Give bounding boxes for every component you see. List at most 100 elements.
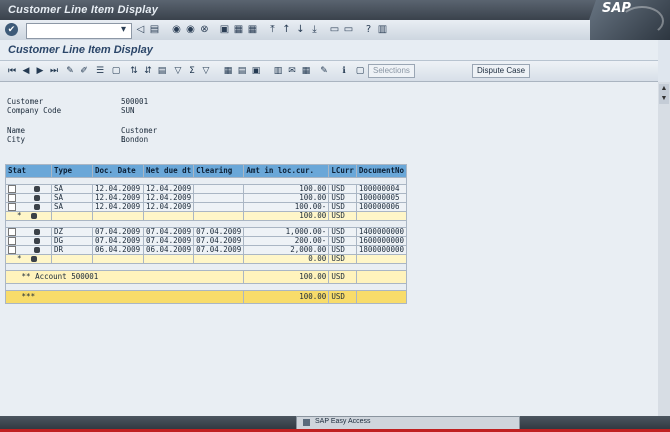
- info-icon[interactable]: ℹ: [338, 65, 350, 77]
- col-amount[interactable]: Amt in loc.cur.: [243, 164, 330, 178]
- filter-icon[interactable]: ▽: [172, 65, 184, 77]
- cell-type: DR: [51, 245, 93, 255]
- name-label: Name: [7, 126, 26, 135]
- exit-icon[interactable]: ◉: [184, 23, 197, 36]
- subtotal-marker: *: [17, 211, 22, 220]
- col-docno[interactable]: DocumentNo: [355, 164, 408, 178]
- selections-button[interactable]: Selections: [368, 64, 415, 78]
- company-code-value: SUN: [121, 106, 135, 115]
- spacer-row: [4, 263, 408, 271]
- cell-clearing: [193, 193, 245, 203]
- create-session-icon[interactable]: ▭: [328, 23, 341, 36]
- col-doc-date[interactable]: Doc. Date: [92, 164, 144, 178]
- sort-ascending-icon[interactable]: ⇅: [128, 65, 140, 77]
- command-history-icon[interactable]: ▾: [117, 23, 130, 36]
- status-icon: [34, 229, 41, 235]
- deselect-all-icon[interactable]: ▢: [110, 65, 122, 77]
- grand-total-currency: USD: [328, 290, 357, 304]
- subtotal-icon[interactable]: ▽: [200, 65, 212, 77]
- col-lcurr[interactable]: LCurr: [328, 164, 357, 178]
- total-icon[interactable]: Σ: [186, 65, 198, 77]
- grand-total-row[interactable]: *** 100.00 USD: [4, 290, 408, 304]
- print-icon[interactable]: ▣: [218, 23, 231, 36]
- table-row[interactable]: DR 06.04.2009 06.04.2009 07.04.2009 2,00…: [5, 245, 408, 255]
- grand-total-label: ***: [4, 290, 245, 304]
- display-document-icon[interactable]: ✎: [64, 65, 76, 77]
- change-layout-icon[interactable]: ▦: [222, 65, 234, 77]
- col-stat[interactable]: Stat: [5, 164, 52, 178]
- selections-icon: ▢: [355, 66, 365, 76]
- application-toolbar: ⏮ ◀ ▶ ⏭ ✎ ✐ ☰ ▢ ⇅ ⇵ ▤ ▽ Σ ▽ ▦ ▤ ▣ ▥ ✉ ▦ …: [0, 61, 658, 82]
- row-select-checkbox[interactable]: [8, 246, 16, 254]
- previous-icon[interactable]: ◁: [134, 23, 147, 36]
- choose-layout-icon[interactable]: ▤: [236, 65, 248, 77]
- next-item-icon[interactable]: ▶: [34, 65, 46, 77]
- cell-doc-date: 12.04.2009: [92, 202, 144, 212]
- subtotal-row[interactable]: * 100.00 USD: [5, 211, 408, 221]
- scroll-up-icon[interactable]: ▲: [659, 84, 669, 94]
- enter-button[interactable]: ✔: [5, 23, 18, 36]
- cell-net-due: 06.04.2009: [142, 245, 195, 255]
- find-icon[interactable]: ▦: [232, 23, 245, 36]
- account-total-label: ** Account 500001: [4, 270, 245, 284]
- subtotal-row[interactable]: * 0.00 USD: [5, 254, 408, 264]
- sap-window-icon: [303, 419, 310, 426]
- subtotal-marker: *: [17, 254, 22, 263]
- table-row[interactable]: SA 12.04.2009 12.04.2009 100.00- USD 100…: [5, 202, 408, 212]
- vertical-scrollbar[interactable]: ▲ ▼: [658, 82, 670, 416]
- layout-menu-icon[interactable]: ▥: [376, 23, 389, 36]
- save-layout-icon[interactable]: ▣: [250, 65, 262, 77]
- status-icon: [34, 247, 41, 253]
- cell-clearing: [193, 202, 245, 212]
- col-net-due[interactable]: Net due dt: [142, 164, 195, 178]
- row-select-checkbox[interactable]: [8, 237, 16, 245]
- taskbar-item-sap-easy-access[interactable]: SAP Easy Access: [296, 416, 520, 430]
- spreadsheet-icon[interactable]: ▦: [300, 65, 312, 77]
- export-icon[interactable]: ▥: [272, 65, 284, 77]
- standard-toolbar: ✔ ▾ ◁ ▤ ◉ ◉ ⊗ ▣ ▦ ▦ ⤒ ↑ ↓ ⤓ ▭ ▭ ? ▥: [0, 20, 590, 41]
- find-icon[interactable]: ▤: [156, 65, 168, 77]
- attachment-icon[interactable]: ✎: [318, 65, 330, 77]
- cancel-icon[interactable]: ⊗: [198, 23, 211, 36]
- row-select-checkbox[interactable]: [8, 194, 16, 202]
- taskbar-item-label: SAP Easy Access: [315, 418, 371, 425]
- row-select-checkbox[interactable]: [8, 228, 16, 236]
- customer-value: 500001: [121, 97, 149, 106]
- shortcut-icon[interactable]: ▭: [342, 23, 355, 36]
- first-page-icon[interactable]: ⤒: [266, 23, 279, 36]
- scroll-down-icon[interactable]: ▼: [659, 94, 669, 104]
- account-total-row[interactable]: ** Account 500001 100.00 USD: [4, 270, 408, 284]
- save-icon[interactable]: ▤: [148, 23, 161, 36]
- find-next-icon[interactable]: ▦: [246, 23, 259, 36]
- table-row[interactable]: SA 12.04.2009 12.04.2009 100.00 USD 1000…: [5, 184, 408, 194]
- last-item-icon[interactable]: ⏭: [48, 65, 60, 77]
- subtotal-currency: USD: [328, 211, 357, 221]
- last-page-icon[interactable]: ⤓: [308, 23, 321, 36]
- send-icon[interactable]: ✉: [286, 65, 298, 77]
- col-clearing[interactable]: Clearing: [193, 164, 245, 178]
- first-item-icon[interactable]: ⏮: [6, 65, 18, 77]
- sort-descending-icon[interactable]: ⇵: [142, 65, 154, 77]
- table-header: Stat Type Doc. Date Net due dt Clearing …: [5, 164, 408, 178]
- next-page-icon[interactable]: ↓: [294, 23, 307, 36]
- row-select-checkbox[interactable]: [8, 203, 16, 211]
- back-icon[interactable]: ◉: [170, 23, 183, 36]
- table-row[interactable]: SA 12.04.2009 12.04.2009 100.00 USD 1000…: [5, 193, 408, 203]
- help-icon[interactable]: ?: [362, 23, 375, 36]
- row-select-checkbox[interactable]: [8, 185, 16, 193]
- spacer-row: [4, 283, 408, 291]
- account-total-amount: 100.00: [243, 270, 330, 284]
- status-icon: [34, 238, 41, 244]
- change-document-icon[interactable]: ✐: [78, 65, 90, 77]
- col-type[interactable]: Type: [51, 164, 93, 178]
- previous-item-icon[interactable]: ◀: [20, 65, 32, 77]
- select-all-icon[interactable]: ☰: [94, 65, 106, 77]
- screen-header: Customer Line Item Display: [0, 40, 658, 61]
- dispute-case-button[interactable]: Dispute Case: [472, 64, 531, 78]
- cell-doc-no: 1800000000: [355, 245, 408, 255]
- city-value: London: [121, 135, 149, 144]
- cell-net-due: 12.04.2009: [142, 202, 195, 212]
- previous-page-icon[interactable]: ↑: [280, 23, 293, 36]
- status-icon: [30, 256, 37, 262]
- sap-logo-swoosh: [620, 6, 664, 36]
